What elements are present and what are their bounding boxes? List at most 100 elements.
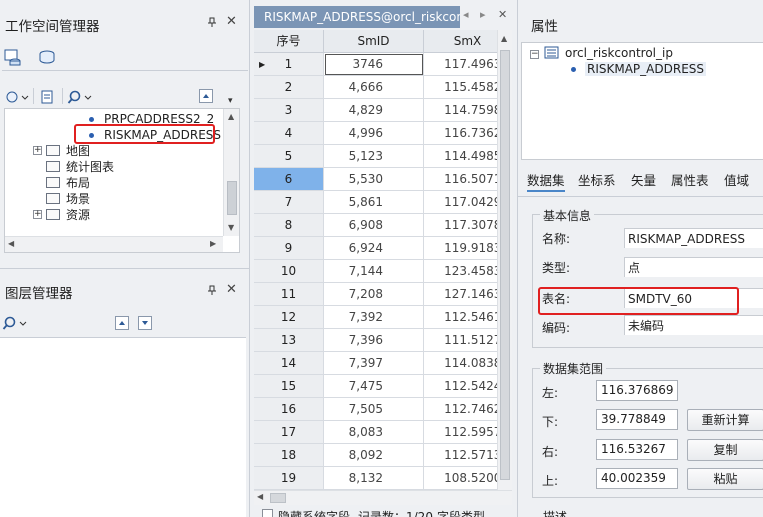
move-up-icon[interactable]	[115, 316, 129, 330]
row-index-cell[interactable]: 18	[254, 444, 324, 467]
table-row[interactable]: 14 7,397 114.08387	[254, 352, 512, 375]
tab-nav-left-icon[interactable]: ◂	[463, 8, 469, 21]
table-row[interactable]: 6 5,530 116.50710	[254, 168, 512, 191]
recompute-button[interactable]: 重新计算	[687, 409, 763, 431]
close-icon[interactable]: ✕	[226, 14, 237, 29]
scroll-thumb[interactable]	[500, 50, 510, 480]
row-index-cell[interactable]: 14	[254, 352, 324, 375]
toolbar-overflow-icon[interactable]: ▾	[228, 96, 233, 106]
scroll-thumb[interactable]	[227, 181, 237, 215]
row-index-cell[interactable]: 11	[254, 283, 324, 306]
tab-attribute-table[interactable]: 属性表	[671, 170, 709, 189]
tree-vscrollbar[interactable]: ▲ ▼	[223, 109, 239, 236]
table-row[interactable]: ▶ 1 3746 117.49632	[254, 53, 512, 76]
properties-tree-child[interactable]: RISKMAP_ADDRESS	[585, 62, 707, 76]
table-row[interactable]: 8 6,908 117.30789	[254, 214, 512, 237]
table-row[interactable]: 13 7,396 111.51276	[254, 329, 512, 352]
top-value-input[interactable]: 40.002359	[596, 468, 678, 489]
scroll-left-icon[interactable]: ◀	[257, 492, 263, 501]
table-vscrollbar[interactable]: ▲	[497, 30, 512, 490]
scroll-down-icon[interactable]: ▼	[228, 223, 234, 232]
smid-cell[interactable]: 7,397	[324, 352, 424, 375]
smid-cell[interactable]: 4,996	[324, 122, 424, 145]
hide-system-fields-checkbox[interactable]	[262, 509, 273, 517]
scroll-right-icon[interactable]: ▶	[210, 239, 216, 248]
new-dataset-button[interactable]	[39, 88, 57, 106]
table-row[interactable]: 12 7,392 112.54618	[254, 306, 512, 329]
table-hscrollbar[interactable]: ◀	[254, 490, 512, 505]
smid-cell[interactable]: 8,092	[324, 444, 424, 467]
pin-icon[interactable]	[207, 285, 217, 299]
open-datasource-button[interactable]	[4, 88, 30, 106]
smid-cell[interactable]: 3746	[324, 53, 424, 76]
smid-cell[interactable]: 8,083	[324, 421, 424, 444]
tab-coordinate-system[interactable]: 坐标系	[578, 170, 616, 189]
row-index-cell[interactable]: ▶ 1	[254, 53, 324, 76]
row-index-cell[interactable]: 10	[254, 260, 324, 283]
smid-cell[interactable]: 7,144	[324, 260, 424, 283]
tree-item-resources[interactable]: + 资源	[5, 207, 225, 223]
table-row[interactable]: 15 7,475 112.54241	[254, 375, 512, 398]
smid-cell[interactable]: 5,861	[324, 191, 424, 214]
row-index-cell[interactable]: 15	[254, 375, 324, 398]
table-row[interactable]: 10 7,144 123.45831	[254, 260, 512, 283]
scroll-left-icon[interactable]: ◀	[8, 239, 14, 248]
copy-button[interactable]: 复制	[687, 439, 763, 461]
smid-cell[interactable]: 7,475	[324, 375, 424, 398]
row-index-cell[interactable]: 12	[254, 306, 324, 329]
tab-dataset[interactable]: 数据集	[527, 170, 565, 189]
workspace-tab-datasource[interactable]	[2, 46, 24, 68]
smid-cell[interactable]: 8,132	[324, 467, 424, 490]
tree-item-layouts[interactable]: 布局	[5, 175, 225, 191]
row-index-cell[interactable]: 4	[254, 122, 324, 145]
close-icon[interactable]: ✕	[226, 282, 237, 297]
smid-cell[interactable]: 5,530	[324, 168, 424, 191]
row-index-cell[interactable]: 17	[254, 421, 324, 444]
smid-cell[interactable]: 7,396	[324, 329, 424, 352]
table-row[interactable]: 9 6,924 119.91839	[254, 237, 512, 260]
row-index-cell[interactable]: 5	[254, 145, 324, 168]
tree-item-scenes[interactable]: 场景	[5, 191, 225, 207]
tree-item-maps[interactable]: + 地图	[5, 143, 225, 159]
search-icon[interactable]	[67, 88, 93, 106]
scroll-thumb[interactable]	[270, 493, 286, 503]
tree-hscrollbar[interactable]: ◀ ▶	[5, 236, 223, 252]
collapse-up-icon[interactable]	[199, 89, 213, 103]
expand-icon[interactable]: +	[33, 210, 42, 219]
row-index-cell[interactable]: 6	[254, 168, 324, 191]
tree-item-charts[interactable]: 统计图表	[5, 159, 225, 175]
collapse-icon[interactable]: −	[530, 50, 539, 59]
right-value-input[interactable]: 116.53267	[596, 439, 678, 460]
search-icon[interactable]	[2, 314, 28, 332]
smid-cell[interactable]: 7,392	[324, 306, 424, 329]
tab-nav-right-icon[interactable]: ▸	[480, 8, 486, 21]
scroll-up-icon[interactable]: ▲	[501, 34, 507, 43]
table-row[interactable]: 16 7,505 112.74627	[254, 398, 512, 421]
row-index-cell[interactable]: 7	[254, 191, 324, 214]
row-index-cell[interactable]: 13	[254, 329, 324, 352]
column-header-index[interactable]: 序号	[254, 30, 324, 53]
row-index-cell[interactable]: 2	[254, 76, 324, 99]
properties-tree-root[interactable]: orcl_riskcontrol_ip	[565, 46, 673, 60]
table-row[interactable]: 2 4,666 115.45827	[254, 76, 512, 99]
smid-cell[interactable]: 6,924	[324, 237, 424, 260]
row-index-cell[interactable]: 16	[254, 398, 324, 421]
tab-value-domain[interactable]: 值域	[724, 170, 749, 189]
bottom-value-input[interactable]: 39.778849	[596, 409, 678, 430]
smid-cell[interactable]: 7,505	[324, 398, 424, 421]
table-row[interactable]: 17 8,083 112.59570	[254, 421, 512, 444]
table-row[interactable]: 3 4,829 114.75980	[254, 99, 512, 122]
paste-button[interactable]: 粘贴	[687, 468, 763, 490]
row-index-cell[interactable]: 19	[254, 467, 324, 490]
table-row[interactable]: 7 5,861 117.04291	[254, 191, 512, 214]
row-index-cell[interactable]: 8	[254, 214, 324, 237]
smid-cell[interactable]: 7,208	[324, 283, 424, 306]
left-value-input[interactable]: 116.376869	[596, 380, 678, 401]
row-index-cell[interactable]: 3	[254, 99, 324, 122]
scroll-up-icon[interactable]: ▲	[228, 112, 234, 121]
workspace-tab-scene[interactable]	[36, 46, 58, 68]
pin-icon[interactable]	[207, 17, 217, 31]
table-tab[interactable]: RISKMAP_ADDRESS@orcl_riskcontrol_	[254, 6, 460, 28]
tab-vector[interactable]: 矢量	[631, 170, 656, 189]
tab-close-icon[interactable]: ✕	[498, 8, 507, 21]
